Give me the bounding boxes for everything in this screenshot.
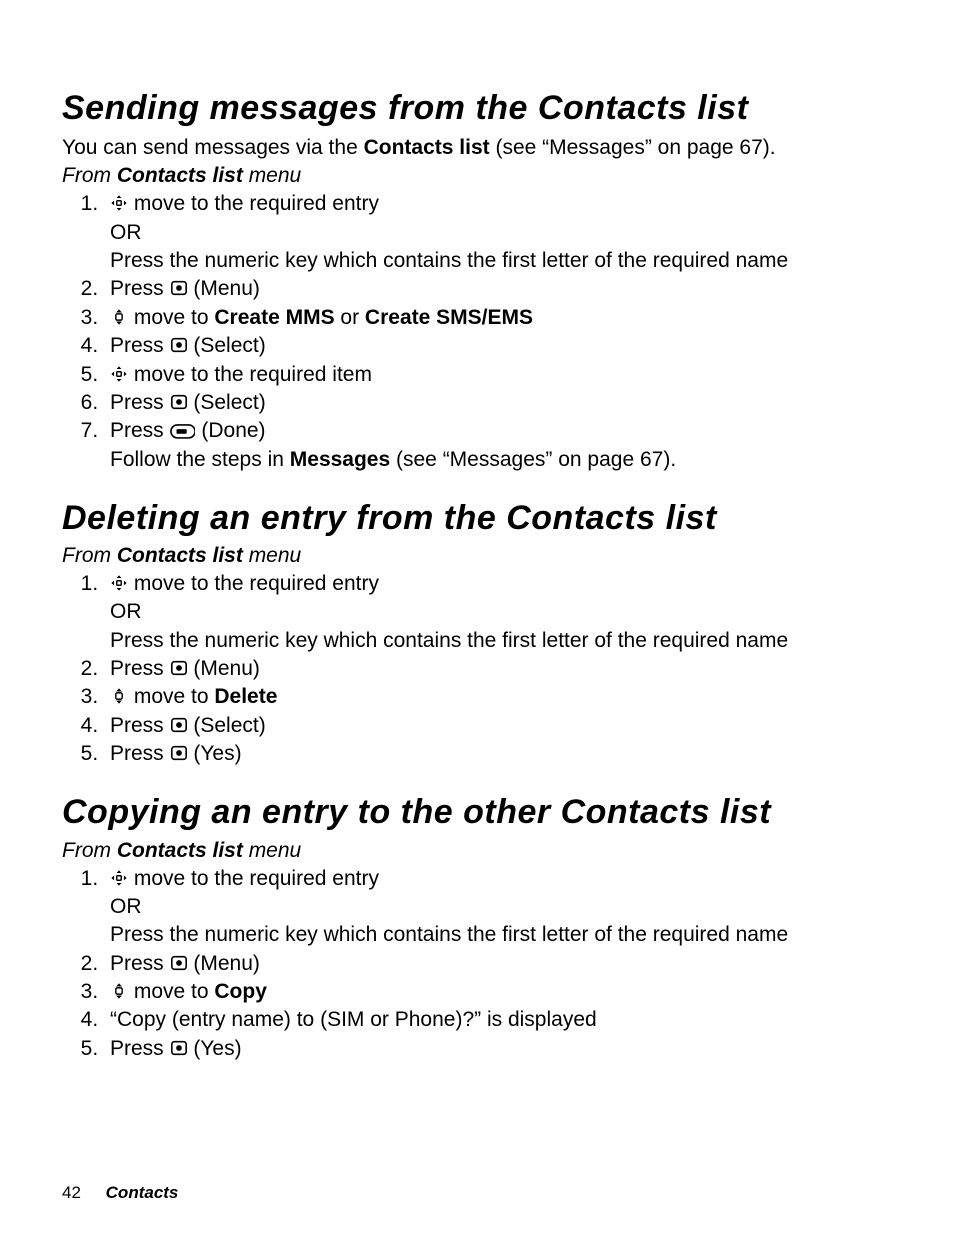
text: (see “Messages” on page 67).: [490, 136, 776, 159]
text: (Done): [196, 419, 266, 442]
text-bold: Create SMS/EMS: [365, 306, 533, 329]
text: move to: [128, 685, 214, 708]
nav-4way-icon: [110, 363, 128, 381]
subheading: From Contacts list menu: [62, 839, 892, 863]
text: OR: [110, 221, 142, 244]
text: (Select): [188, 714, 266, 737]
text: menu: [243, 164, 301, 187]
section-title-copying: Copying an entry to the other Contacts l…: [62, 792, 892, 832]
list-item: move to Delete: [104, 683, 892, 711]
text: Press: [110, 391, 170, 414]
text: (Menu): [188, 657, 260, 680]
text: (Menu): [188, 277, 260, 300]
section-title-deleting: Deleting an entry from the Contacts list: [62, 498, 892, 538]
page-number: 42: [62, 1183, 81, 1202]
text: (Select): [188, 334, 266, 357]
list-item: “Copy (entry name) to (SIM or Phone)?” i…: [104, 1006, 892, 1034]
nav-updown-icon: [110, 980, 128, 998]
center-key-icon: [170, 714, 188, 732]
steps-list-sending: move to the required entry OR Press the …: [62, 190, 892, 473]
text: or: [335, 306, 365, 329]
center-key-icon: [170, 1037, 188, 1055]
steps-list-deleting: move to the required entry OR Press the …: [62, 570, 892, 768]
subheading: From Contacts list menu: [62, 164, 892, 188]
text: Press: [110, 1037, 170, 1060]
subheading: From Contacts list menu: [62, 544, 892, 568]
text-bold: Create MMS: [214, 306, 334, 329]
list-item: Press (Menu): [104, 275, 892, 303]
text: (Select): [188, 391, 266, 414]
text-bold: Delete: [214, 685, 277, 708]
list-item: Press (Done) Follow the steps in Message…: [104, 417, 892, 474]
text: Press: [110, 714, 170, 737]
text: move to the required item: [128, 363, 372, 386]
text: Press: [110, 742, 170, 765]
nav-updown-icon: [110, 685, 128, 703]
center-key-icon: [170, 277, 188, 295]
text: move to: [128, 306, 214, 329]
text: move to the required entry: [128, 867, 379, 890]
text-bold: Contacts list: [117, 544, 243, 567]
list-item: Press (Select): [104, 332, 892, 360]
manual-page: Sending messages from the Contacts list …: [0, 0, 954, 1245]
list-item: move to Copy: [104, 978, 892, 1006]
text: OR: [110, 600, 142, 623]
text: Press: [110, 334, 170, 357]
text: OR: [110, 895, 142, 918]
nav-4way-icon: [110, 572, 128, 590]
text: Follow the steps in: [110, 448, 290, 471]
list-item: move to Create MMS or Create SMS/EMS: [104, 304, 892, 332]
list-item: move to the required entry OR Press the …: [104, 570, 892, 655]
text: (Yes): [188, 1037, 242, 1060]
text-bold: Contacts list: [117, 839, 243, 862]
text: menu: [243, 544, 301, 567]
center-key-icon: [170, 742, 188, 760]
text: (Yes): [188, 742, 242, 765]
text: Press: [110, 657, 170, 680]
text-bold: Copy: [214, 980, 267, 1003]
intro-paragraph: You can send messages via the Contacts l…: [62, 134, 892, 162]
center-key-icon: [170, 334, 188, 352]
page-footer: 42 Contacts: [62, 1183, 178, 1203]
nav-updown-icon: [110, 306, 128, 324]
nav-4way-icon: [110, 867, 128, 885]
list-item: move to the required item: [104, 361, 892, 389]
text: Press: [110, 277, 170, 300]
footer-section-label: Contacts: [106, 1183, 179, 1202]
center-key-icon: [170, 391, 188, 409]
text: Press: [110, 952, 170, 975]
text-bold: Messages: [290, 448, 390, 471]
text: Press the numeric key which contains the…: [110, 923, 788, 946]
text: move to the required entry: [128, 572, 379, 595]
text: move to the required entry: [128, 192, 379, 215]
text: move to: [128, 980, 214, 1003]
text: From: [62, 164, 117, 187]
text: Press: [110, 419, 170, 442]
text: menu: [243, 839, 301, 862]
list-item: Press (Select): [104, 712, 892, 740]
text: (Menu): [188, 952, 260, 975]
text: From: [62, 544, 117, 567]
text: Press the numeric key which contains the…: [110, 629, 788, 652]
text: From: [62, 839, 117, 862]
text-bold: Contacts list: [364, 136, 490, 159]
text: “Copy (entry name) to (SIM or Phone)?” i…: [110, 1008, 597, 1031]
center-key-icon: [170, 952, 188, 970]
list-item: Press (Menu): [104, 655, 892, 683]
list-item: Press (Yes): [104, 1035, 892, 1063]
text: Press the numeric key which contains the…: [110, 249, 788, 272]
text-bold: Contacts list: [117, 164, 243, 187]
steps-list-copying: move to the required entry OR Press the …: [62, 865, 892, 1063]
text: (see “Messages” on page 67).: [390, 448, 676, 471]
section-title-sending: Sending messages from the Contacts list: [62, 88, 892, 128]
text: You can send messages via the: [62, 136, 364, 159]
softkey-icon: [170, 419, 196, 437]
list-item: Press (Yes): [104, 740, 892, 768]
list-item: move to the required entry OR Press the …: [104, 190, 892, 275]
list-item: move to the required entry OR Press the …: [104, 865, 892, 950]
list-item: Press (Menu): [104, 950, 892, 978]
nav-4way-icon: [110, 192, 128, 210]
center-key-icon: [170, 657, 188, 675]
list-item: Press (Select): [104, 389, 892, 417]
